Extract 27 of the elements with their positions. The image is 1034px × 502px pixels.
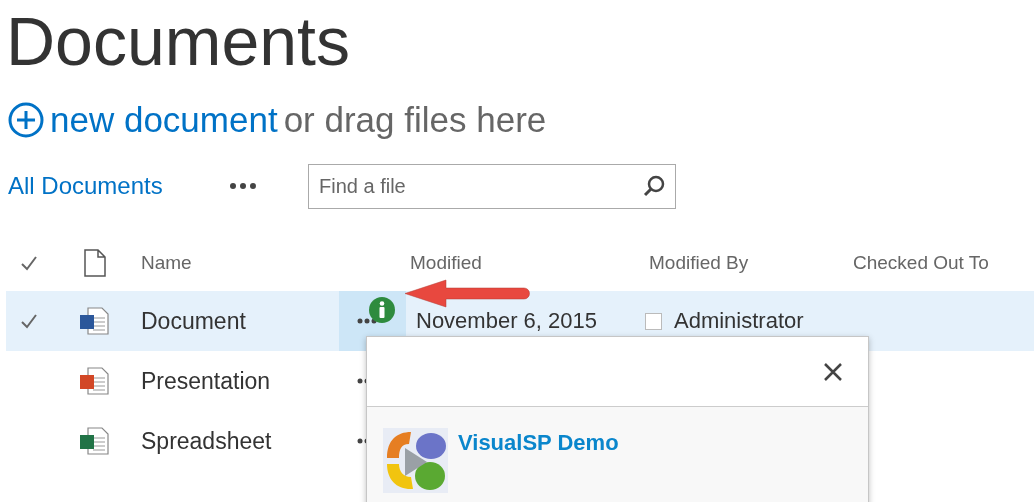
file-icon — [78, 306, 110, 336]
file-name-link[interactable]: Spreadsheet — [141, 428, 272, 454]
column-header[interactable]: Name — [141, 252, 410, 274]
drag-hint: or drag files here — [283, 98, 547, 141]
view-link[interactable]: All Documents — [8, 168, 214, 204]
search-field[interactable]: Find a file — [308, 163, 676, 209]
file-icon — [78, 426, 110, 456]
file-name-link[interactable]: Document — [141, 308, 246, 334]
modified-date: November 6, 2015 — [416, 308, 597, 333]
search-icon[interactable] — [642, 173, 666, 198]
logo-icon — [383, 428, 448, 493]
file-type-icon — [84, 249, 106, 277]
file-name-link[interactable]: Presentation — [141, 368, 271, 394]
author-link[interactable]: Administrator — [674, 309, 804, 333]
more-icon[interactable] — [228, 182, 258, 190]
info-icon[interactable] — [368, 296, 396, 324]
checkmark-icon[interactable] — [20, 313, 38, 329]
close-icon[interactable] — [822, 360, 844, 383]
column-header[interactable]: Modified — [410, 252, 649, 274]
file-icon — [78, 366, 110, 396]
select-all-checkmark-icon[interactable] — [20, 255, 38, 271]
page-title: Documents — [6, 2, 350, 80]
add-icon[interactable] — [8, 102, 44, 138]
new-document-link[interactable]: new document — [50, 93, 278, 147]
presence-indicator — [645, 312, 662, 330]
column-header[interactable]: Checked Out To — [853, 252, 989, 274]
column-header[interactable]: Modified By — [649, 252, 853, 274]
